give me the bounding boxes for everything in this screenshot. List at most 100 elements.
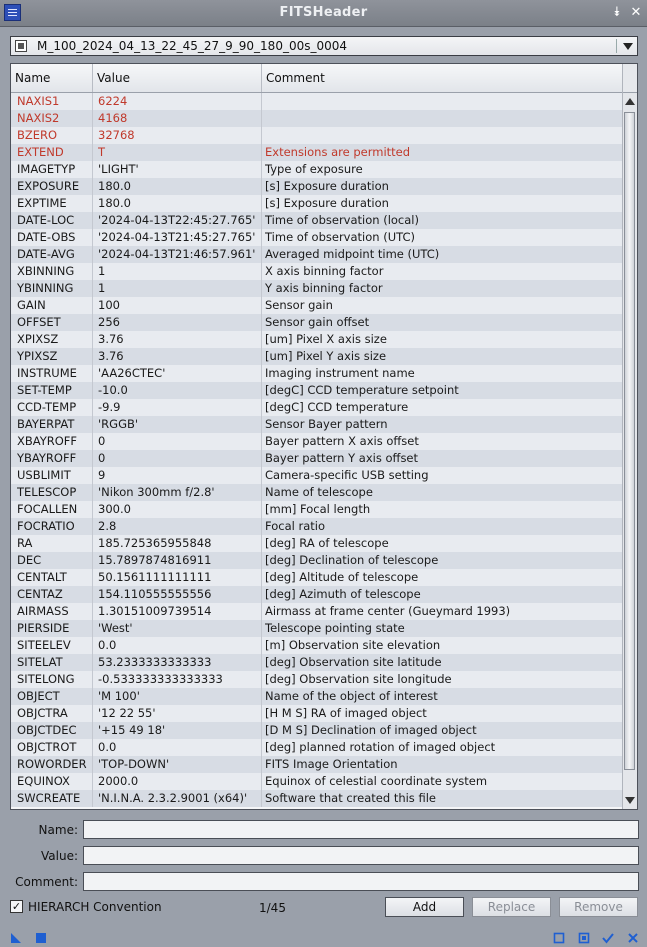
table-row[interactable]: DATE-OBS '2024-04-13T21:45:27.765' Time of… — [11, 229, 623, 246]
table-row[interactable]: DEC 15.7897874816911 [deg] Declination of … — [11, 552, 623, 569]
cell-keyword: DEC — [17, 553, 42, 567]
cell-comment: Sensor gain — [265, 298, 333, 312]
column-header-comment[interactable]: Comment — [261, 64, 623, 92]
cell-comment: Time of observation (local) — [265, 213, 419, 227]
table-row[interactable]: YBINNING 1 Y axis binning factor — [11, 280, 623, 297]
remove-button[interactable]: Remove — [559, 897, 638, 917]
cell-value: 300.0 — [98, 502, 131, 516]
vertical-scrollbar[interactable] — [622, 64, 637, 809]
cell-comment: Extensions are permitted — [265, 145, 411, 159]
table-row[interactable]: SWCREATE 'N.I.N.A. 2.3.2.9001 (x64)' Softw… — [11, 790, 623, 807]
cell-value: -0.533333333333333 — [98, 672, 223, 686]
table-row[interactable]: SET-TEMP -10.0 [degC] CCD temperature setp… — [11, 382, 623, 399]
table-row[interactable]: OBJCTROT 0.0 [deg] planned rotation of ima… — [11, 739, 623, 756]
cell-keyword: XPIXSZ — [17, 332, 59, 346]
cell-value: 1 — [98, 281, 106, 295]
table-row[interactable]: NAXIS2 4168 — [11, 110, 623, 127]
new-instance-icon[interactable] — [553, 932, 565, 944]
table-row[interactable]: SITELAT 53.2333333333333 [deg] Observation… — [11, 654, 623, 671]
table-row[interactable]: CCD-TEMP -9.9 [degC] CCD temperature — [11, 399, 623, 416]
cell-keyword: CENTAZ — [17, 587, 63, 601]
table-row[interactable]: BAYERPAT 'RGGB' Sensor Bayer pattern — [11, 416, 623, 433]
cell-comment: [degC] CCD temperature setpoint — [265, 383, 459, 397]
value-label: Value: — [41, 849, 78, 863]
cell-comment: Telescope pointing state — [265, 621, 405, 635]
cell-value: 'RGGB' — [98, 417, 139, 431]
table-row[interactable]: DATE-LOC '2024-04-13T22:45:27.765' Time of… — [11, 212, 623, 229]
cell-keyword: EQUINOX — [17, 774, 70, 788]
stop-icon[interactable] — [35, 932, 47, 944]
apply-checkmark-icon[interactable] — [602, 932, 614, 944]
table-row[interactable]: OBJCTDEC '+15 49 18' [D M S] Declination o… — [11, 722, 623, 739]
hierarch-label[interactable]: HIERARCH Convention — [28, 900, 162, 914]
cell-keyword: IMAGETYP — [17, 162, 76, 176]
cell-value: 'West' — [98, 621, 133, 635]
column-divider — [261, 246, 262, 263]
value-field[interactable] — [83, 846, 639, 865]
cell-keyword: YPIXSZ — [17, 349, 58, 363]
table-row[interactable]: SITELONG -0.533333333333333 [deg] Observat… — [11, 671, 623, 688]
table-row[interactable]: CENTAZ 154.110555555556 [deg] Azimuth of t… — [11, 586, 623, 603]
table-row[interactable]: RA 185.725365955848 [deg] RA of telescope — [11, 535, 623, 552]
file-selector-value: M_100_2024_04_13_22_45_27_9_90_180_00s_0… — [37, 39, 348, 53]
table-row[interactable]: SITEELEV 0.0 [m] Observation site elevatio… — [11, 637, 623, 654]
scroll-down-icon[interactable] — [625, 797, 635, 804]
column-divider — [261, 229, 262, 246]
table-row[interactable]: IMAGETYP 'LIGHT' Type of exposure — [11, 161, 623, 178]
column-header-value[interactable]: Value — [92, 64, 261, 92]
cell-value: 15.7897874816911 — [98, 553, 212, 567]
table-row[interactable]: EXPTIME 180.0 [s] Exposure duration — [11, 195, 623, 212]
cell-keyword: SITEELEV — [17, 638, 71, 652]
table-row[interactable]: AIRMASS 1.30151009739514 Airmass at frame … — [11, 603, 623, 620]
close-icon[interactable]: ✕ — [628, 5, 644, 21]
cell-comment: Bayer pattern X axis offset — [265, 434, 419, 448]
hierarch-checkbox[interactable]: ✓ — [10, 900, 23, 913]
cancel-x-icon[interactable] — [627, 932, 639, 944]
table-row[interactable]: OBJCTRA '12 22 55' [H M S] RA of imaged ob… — [11, 705, 623, 722]
table-row[interactable]: USBLIMIT 9 Camera-specific USB setting — [11, 467, 623, 484]
table-row[interactable]: YPIXSZ 3.76 [um] Pixel Y axis size — [11, 348, 623, 365]
apply-global-icon[interactable] — [578, 932, 590, 944]
column-divider — [261, 518, 262, 535]
table-row[interactable]: OFFSET 256 Sensor gain offset — [11, 314, 623, 331]
name-field[interactable] — [83, 820, 639, 839]
table-row[interactable]: INSTRUME 'AA26CTEC' Imaging instrument nam… — [11, 365, 623, 382]
table-row[interactable]: ROWORDER 'TOP-DOWN' FITS Image Orientation — [11, 756, 623, 773]
table-row[interactable]: EXTEND T Extensions are permitted — [11, 144, 623, 161]
column-header-name[interactable]: Name — [11, 64, 92, 92]
table-row[interactable]: XBINNING 1 X axis binning factor — [11, 263, 623, 280]
file-selector[interactable]: M_100_2024_04_13_22_45_27_9_90_180_00s_0… — [10, 36, 638, 56]
comment-field[interactable] — [83, 872, 639, 891]
table-row[interactable]: CENTALT 50.1561111111111 [deg] Altitude of… — [11, 569, 623, 586]
table-row[interactable]: DATE-AVG '2024-04-13T21:46:57.961' Average… — [11, 246, 623, 263]
move-icon[interactable] — [10, 932, 22, 944]
replace-button[interactable]: Replace — [472, 897, 551, 917]
cell-value: 0.0 — [98, 740, 117, 754]
table-row[interactable]: XBAYROFF 0 Bayer pattern X axis offset — [11, 433, 623, 450]
table-row[interactable]: YBAYROFF 0 Bayer pattern Y axis offset — [11, 450, 623, 467]
cell-keyword: RA — [17, 536, 33, 550]
table-row[interactable]: OBJECT 'M 100' Name of the object of inter… — [11, 688, 623, 705]
table-row[interactable]: FOCALLEN 300.0 [mm] Focal length — [11, 501, 623, 518]
scroll-up-icon[interactable] — [625, 98, 635, 105]
keyword-table[interactable]: Name Value Comment NAXIS1 6224 NAXIS2 4168 B… — [10, 63, 638, 810]
table-row[interactable]: TELESCOP 'Nikon 300mm f/2.8' Name of teles… — [11, 484, 623, 501]
add-button[interactable]: Add — [385, 897, 464, 917]
cell-comment: [deg] planned rotation of imaged object — [265, 740, 496, 754]
table-row[interactable]: EQUINOX 2000.0 Equinox of celestial coordi… — [11, 773, 623, 790]
shade-icon[interactable]: ⯯ — [609, 5, 625, 21]
chevron-down-icon[interactable] — [623, 43, 633, 50]
table-row[interactable]: BZERO 32768 — [11, 127, 623, 144]
table-row[interactable]: PIERSIDE 'West' Telescope pointing state — [11, 620, 623, 637]
column-divider — [261, 467, 262, 484]
cell-keyword: CCD-TEMP — [17, 400, 77, 414]
column-divider — [261, 654, 262, 671]
table-row[interactable]: XPIXSZ 3.76 [um] Pixel X axis size — [11, 331, 623, 348]
cell-value: 'LIGHT' — [98, 162, 139, 176]
table-row[interactable]: EXPOSURE 180.0 [s] Exposure duration — [11, 178, 623, 195]
column-divider — [261, 620, 262, 637]
table-row[interactable]: GAIN 100 Sensor gain — [11, 297, 623, 314]
scrollbar-thumb[interactable] — [624, 112, 635, 770]
table-row[interactable]: FOCRATIO 2.8 Focal ratio — [11, 518, 623, 535]
table-row[interactable]: NAXIS1 6224 — [11, 93, 623, 110]
